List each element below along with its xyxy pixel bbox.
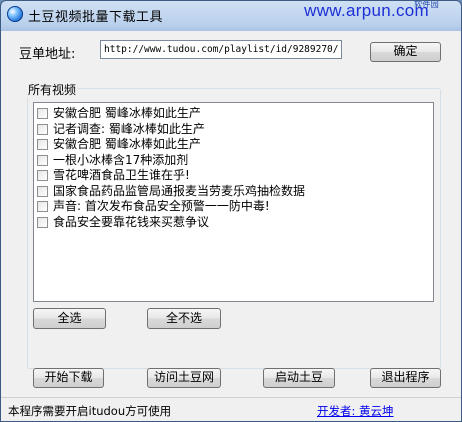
video-list-item[interactable]: 声音: 首次发布食品安全预警一一防中毒! [36, 198, 426, 214]
video-title: 一根小冰棒含17种添加剂 [53, 152, 189, 167]
video-checkbox[interactable] [37, 216, 48, 228]
video-title: 声音: 首次发布食品安全预警一一防中毒! [53, 199, 270, 213]
select-none-button[interactable]: 全不选 [147, 308, 221, 329]
status-message: 本程序需要开启itudou方可使用 [8, 404, 172, 418]
watermark-text: www.arpun.com [304, 1, 429, 20]
status-bar: 本程序需要开启itudou方可使用 开发者: 黄云坤 [1, 397, 461, 421]
video-checkbox[interactable] [37, 185, 48, 197]
video-list-item[interactable]: 安徽合肥 蜀峰冰棒如此生产 [36, 136, 426, 152]
video-list-item[interactable]: 记者调查: 蜀峰冰棒如此生产 [36, 121, 426, 137]
video-title: 安徽合肥 蜀峰冰棒如此生产 [53, 106, 201, 120]
video-list-item[interactable]: 食品安全要靠花钱来买惹争议 [36, 214, 426, 230]
start-download-button[interactable]: 开始下载 [33, 368, 104, 388]
video-checkbox[interactable] [37, 154, 48, 166]
video-checkbox[interactable] [37, 201, 48, 212]
video-title: 安徽合肥 蜀峰冰棒如此生产 [53, 137, 201, 151]
client-area: 豆单地址: http://www.tudou.com/playlist/id/9… [1, 31, 461, 421]
visit-tudou-button[interactable]: 访问土豆网 [147, 368, 221, 388]
exit-program-button[interactable]: 退出程序 [370, 368, 441, 388]
watermark-logo: www.arpun.com 软件园 [304, 1, 439, 21]
video-checkbox[interactable] [37, 170, 48, 181]
video-checkbox[interactable] [37, 108, 48, 119]
video-list-item[interactable]: 雪花啤酒食品卫生谁在乎! [36, 167, 426, 183]
video-title: 记者调查: 蜀峰冰棒如此生产 [53, 121, 205, 136]
video-checkbox[interactable] [37, 139, 48, 150]
developer-link[interactable]: 开发者: 黄云坤 [317, 403, 394, 419]
videos-group-caption: 所有视频 [26, 81, 79, 98]
launch-tudou-button[interactable]: 启动土豆 [263, 368, 335, 388]
watermark-subtext: 软件园 [414, 0, 439, 9]
video-title: 雪花啤酒食品卫生谁在乎! [53, 168, 190, 182]
tudou-app-icon [7, 6, 23, 22]
select-all-button[interactable]: 全选 [33, 308, 106, 329]
playlist-url-input[interactable]: http://www.tudou.com/playlist/id/9289270… [100, 40, 342, 59]
video-list-item[interactable]: 安徽合肥 蜀峰冰棒如此生产 [36, 105, 426, 121]
app-window: 土豆视频批量下载工具 www.arpun.com 软件园 豆单地址: http:… [0, 0, 462, 422]
window-title: 土豆视频批量下载工具 [28, 10, 164, 25]
confirm-button[interactable]: 确定 [370, 42, 441, 62]
video-list-item[interactable]: 国家食品药品监管局通报麦当劳麦乐鸡抽检数据 [36, 183, 426, 199]
video-list[interactable]: 安徽合肥 蜀峰冰棒如此生产 记者调查: 蜀峰冰棒如此生产 安徽合肥 蜀峰冰棒如此生产… [33, 102, 434, 302]
video-title: 食品安全要靠花钱来买惹争议 [53, 214, 210, 229]
video-checkbox[interactable] [37, 123, 48, 135]
title-bar[interactable]: 土豆视频批量下载工具 www.arpun.com 软件园 [1, 1, 461, 29]
video-title: 国家食品药品监管局通报麦当劳麦乐鸡抽检数据 [53, 183, 306, 198]
playlist-url-label: 豆单地址: [19, 47, 76, 62]
video-list-item[interactable]: 一根小冰棒含17种添加剂 [36, 152, 426, 168]
